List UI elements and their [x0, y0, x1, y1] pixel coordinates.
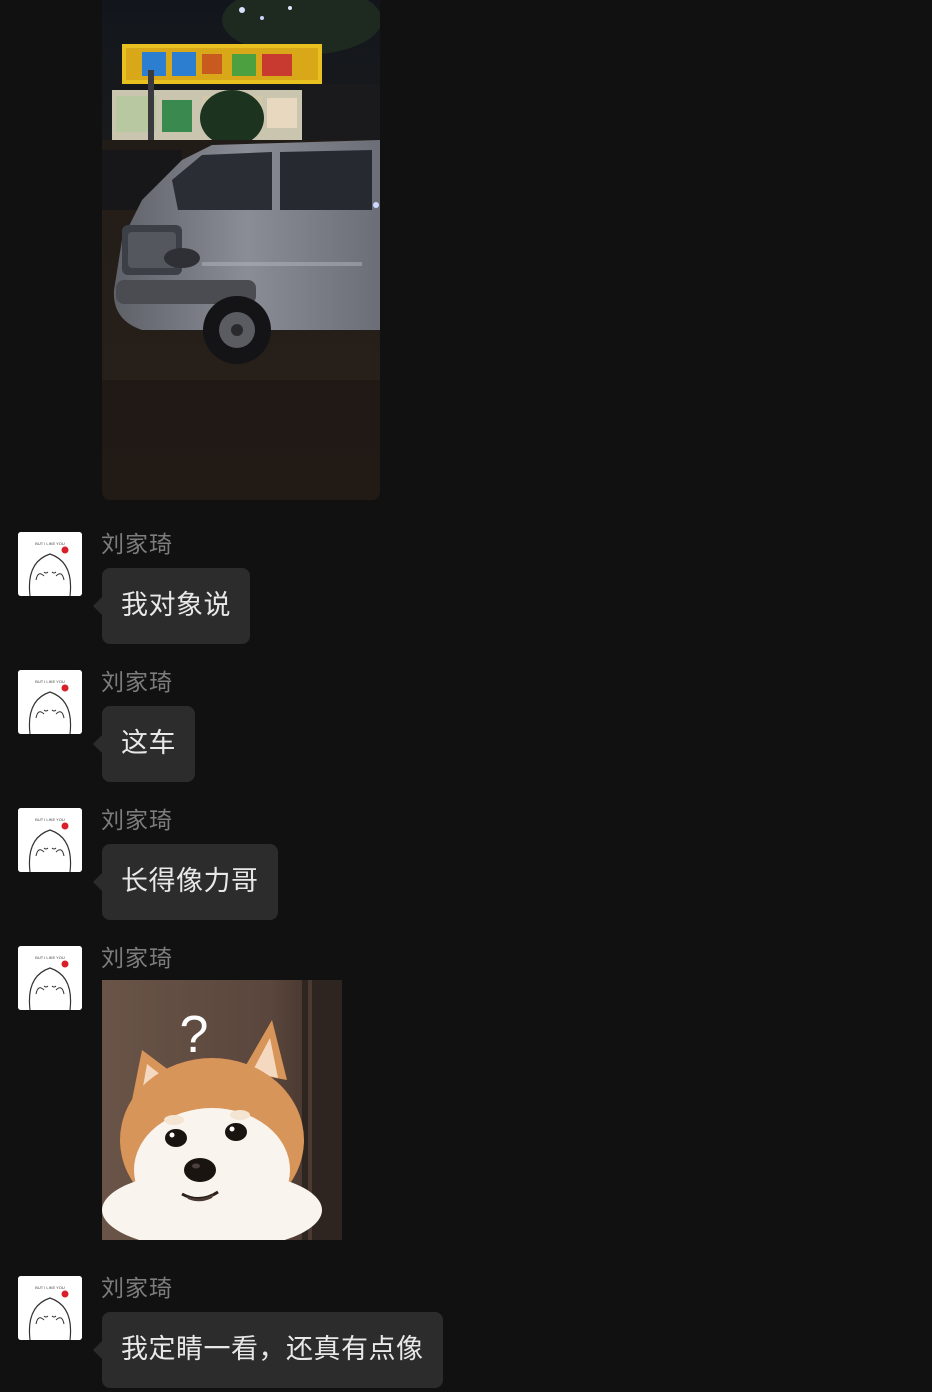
- message-bubble[interactable]: 我对象说: [93, 568, 250, 644]
- sender-name: 刘家琦: [101, 532, 173, 558]
- sender-name: 刘家琦: [101, 808, 173, 834]
- svg-text:BUT I LIKE YOU: BUT I LIKE YOU: [35, 955, 65, 960]
- avatar[interactable]: BUT I LIKE YOU: [18, 808, 82, 872]
- cartoon-girl-avatar-icon: BUT I LIKE YOU: [18, 532, 82, 596]
- cartoon-girl-avatar-icon: BUT I LIKE YOU: [18, 946, 82, 1010]
- avatar[interactable]: BUT I LIKE YOU: [18, 1276, 82, 1340]
- sender-name: 刘家琦: [101, 1276, 173, 1302]
- question-mark: ?: [180, 1006, 209, 1064]
- cartoon-girl-avatar-icon: BUT I LIKE YOU: [18, 670, 82, 734]
- svg-text:BUT I LIKE YOU: BUT I LIKE YOU: [35, 1285, 65, 1290]
- message-bubble[interactable]: 我定睛一看，还真有点像: [93, 1312, 443, 1388]
- shiba-question-icon: ?: [102, 980, 342, 1240]
- sender-name: 刘家琦: [101, 946, 173, 972]
- message-bubble[interactable]: 这车: [93, 706, 195, 782]
- sender-name: 刘家琦: [101, 670, 173, 696]
- cartoon-girl-avatar-icon: BUT I LIKE YOU: [18, 1276, 82, 1340]
- sticker-message[interactable]: ?: [102, 980, 342, 1240]
- car-photo-message[interactable]: [102, 0, 380, 500]
- cartoon-girl-avatar-icon: BUT I LIKE YOU: [18, 808, 82, 872]
- message-bubble[interactable]: 长得像力哥: [93, 844, 278, 920]
- svg-text:BUT I LIKE YOU: BUT I LIKE YOU: [35, 679, 65, 684]
- chat-view: BUT I LIKE YOU 刘家琦 我对象说 BUT I LIKE YOU 刘…: [0, 0, 932, 1392]
- svg-text:BUT I LIKE YOU: BUT I LIKE YOU: [35, 817, 65, 822]
- avatar[interactable]: BUT I LIKE YOU: [18, 532, 82, 596]
- car-night-photo: [102, 0, 380, 500]
- avatar[interactable]: BUT I LIKE YOU: [18, 670, 82, 734]
- avatar[interactable]: BUT I LIKE YOU: [18, 946, 82, 1010]
- svg-text:BUT I LIKE YOU: BUT I LIKE YOU: [35, 541, 65, 546]
